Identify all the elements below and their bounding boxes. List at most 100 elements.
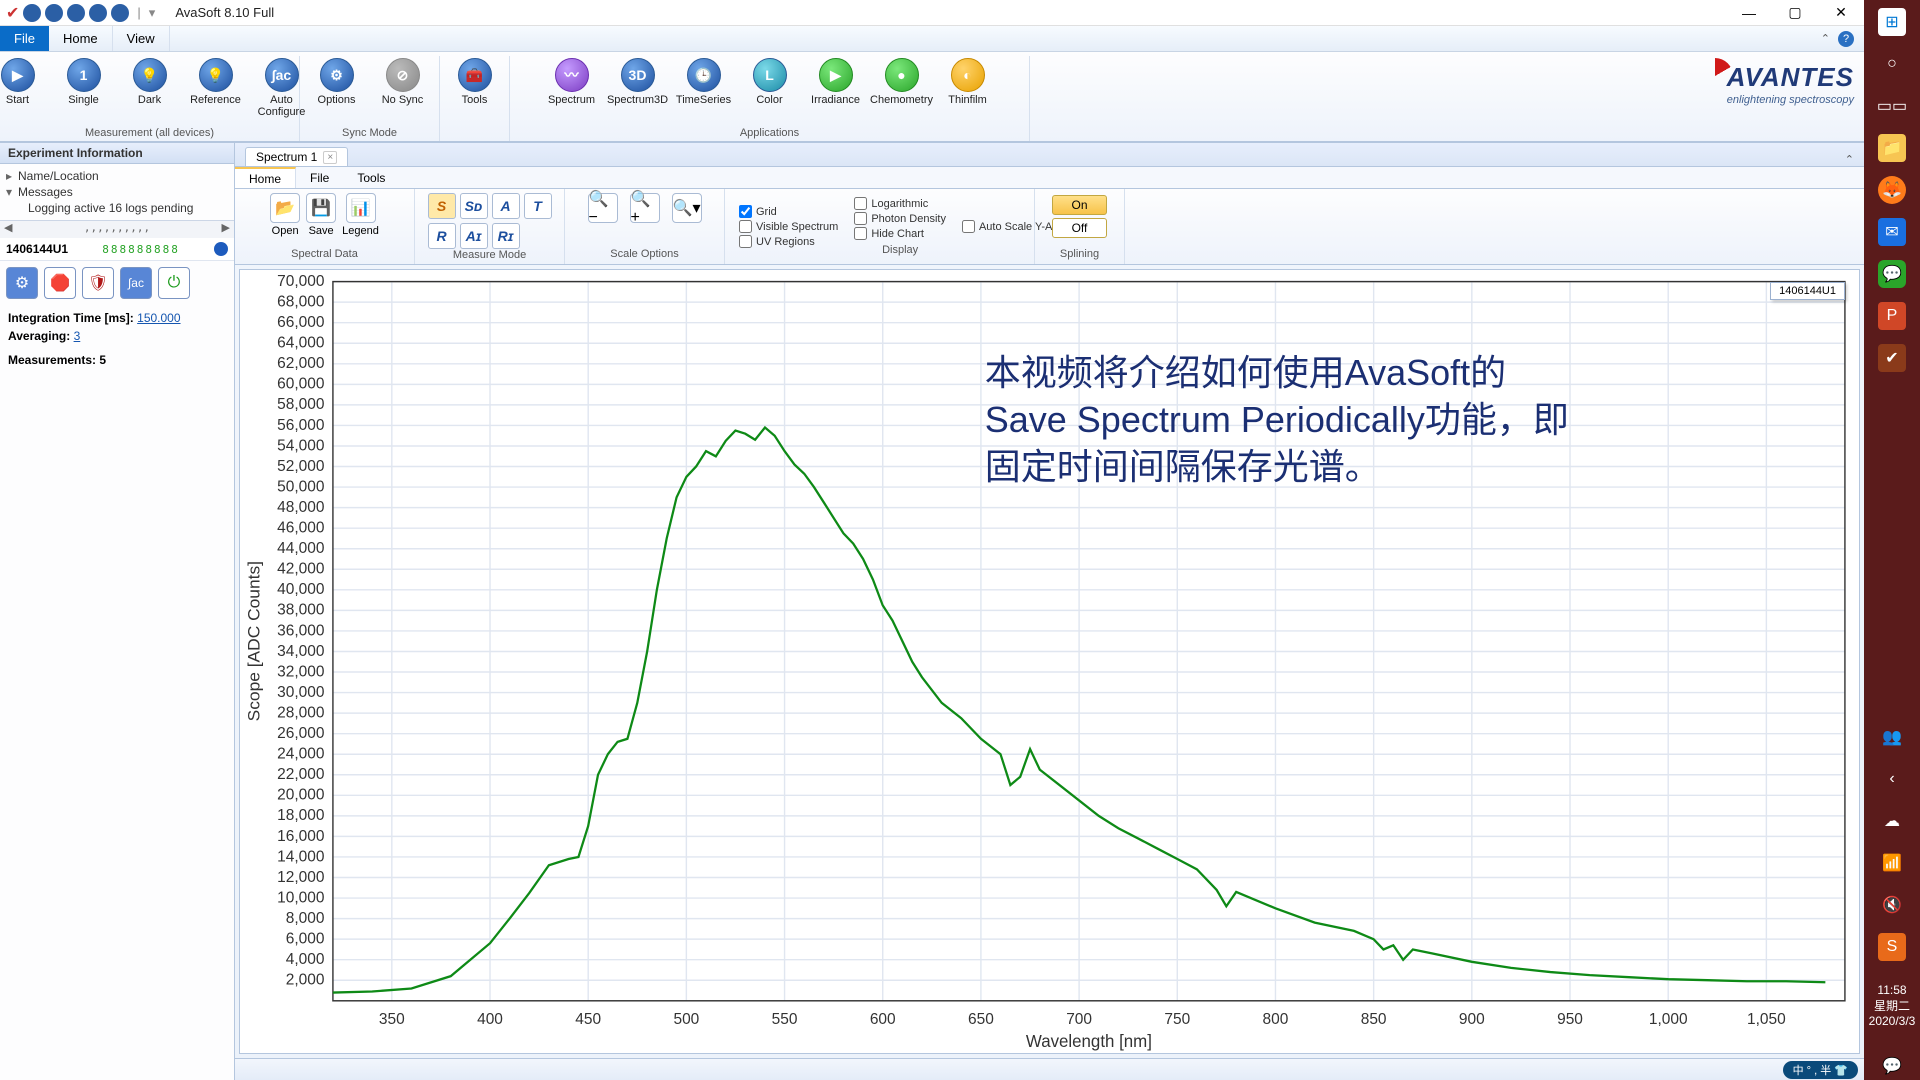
svg-text:4,000: 4,000 [286, 951, 325, 968]
taskbar-chevron-icon[interactable]: ‹ [1878, 765, 1906, 793]
spectrum-chart[interactable]: 2,0004,0006,0008,00010,00012,00014,00016… [239, 269, 1860, 1054]
mode-r[interactable]: R [428, 223, 456, 249]
group-measurement: Measurement (all devices) [85, 127, 214, 139]
svg-text:48,000: 48,000 [277, 499, 325, 516]
reference-button[interactable]: 💡Reference [186, 58, 246, 118]
device-settings-icon[interactable]: ⚙ [6, 267, 38, 299]
mode-sd[interactable]: Sᴅ [460, 193, 488, 219]
panel-scroll[interactable]: ◀,,,,,,,,,,▶ [0, 220, 234, 238]
mode-ai[interactable]: Aɪ [460, 223, 488, 249]
experiment-info-header: Experiment Information [0, 143, 234, 164]
chart-legend: 1406144U1 [1770, 282, 1845, 300]
tree-messages[interactable]: ▾Messages [6, 184, 228, 200]
irradiance-button[interactable]: ▶Irradiance [806, 58, 866, 106]
quick-nav-4[interactable] [89, 4, 107, 22]
taskbar-avasoft-icon[interactable]: ✔ [1878, 344, 1906, 372]
device-stop-icon[interactable]: 🛑 [44, 267, 76, 299]
taskbar-firefox-icon[interactable]: 🦊 [1878, 176, 1906, 204]
quick-nav-3[interactable] [67, 4, 85, 22]
taskbar-start-icon[interactable]: ⊞ [1878, 8, 1906, 36]
legend-button[interactable]: 📊Legend [342, 193, 379, 237]
spectrum3d-button[interactable]: 3DSpectrum3D [608, 58, 668, 106]
spectrum-button[interactable]: 〰Spectrum [542, 58, 602, 106]
check-grid[interactable]: Grid [739, 205, 838, 218]
taskbar-cloud-icon[interactable]: ☁ [1878, 807, 1906, 835]
taskbar-people-icon[interactable]: 👥 [1878, 723, 1906, 751]
options-button[interactable]: ⚙Options [307, 58, 367, 106]
taskbar-ppt-icon[interactable]: P [1878, 302, 1906, 330]
check-photon[interactable]: Photon Density [854, 212, 946, 225]
splining-on[interactable]: On [1052, 195, 1106, 215]
taskbar-wifi-icon[interactable]: 📶 [1878, 849, 1906, 877]
taskbar-explorer-icon[interactable]: 📁 [1878, 134, 1906, 162]
zoom-out-button[interactable]: 🔍− [588, 193, 618, 223]
subtab-file[interactable]: File [296, 167, 343, 188]
taskbar-notifications-icon[interactable]: 💬 [1878, 1052, 1906, 1080]
mode-t[interactable]: T [524, 193, 552, 219]
open-button[interactable]: 📂Open [270, 193, 300, 237]
subtab-tools[interactable]: Tools [343, 167, 399, 188]
tree-logging[interactable]: Logging active 16 logs pending [6, 200, 228, 216]
ime-indicator[interactable]: 中 ° , 半 👕 [1783, 1061, 1858, 1079]
taskbar-wechat-icon[interactable]: 💬 [1878, 260, 1906, 288]
mode-s[interactable]: S [428, 193, 456, 219]
menu-view[interactable]: View [113, 26, 170, 51]
start-button[interactable]: ▶Start [0, 58, 48, 118]
splining-off[interactable]: Off [1052, 218, 1106, 238]
tools-button[interactable]: 🧰Tools [445, 58, 505, 106]
device-status: 888888888 [102, 243, 180, 256]
integration-time-link[interactable]: 150.000 [137, 311, 180, 325]
close-tab-icon[interactable]: × [323, 151, 337, 164]
system-clock[interactable]: 11:58 星期二 2020/3/3 [1869, 975, 1916, 1038]
svg-text:750: 750 [1164, 1011, 1190, 1028]
tree-name-location[interactable]: ▸Name/Location [6, 168, 228, 184]
zoom-in-button[interactable]: 🔍+ [630, 193, 660, 223]
device-jac-icon[interactable]: ∫ac [120, 267, 152, 299]
help-icon[interactable]: ? [1838, 31, 1854, 47]
color-button[interactable]: LColor [740, 58, 800, 106]
svg-text:58,000: 58,000 [277, 396, 325, 413]
quick-nav-2[interactable] [45, 4, 63, 22]
taskbar-circle-icon[interactable]: ○ [1878, 50, 1906, 78]
subtab-home[interactable]: Home [235, 167, 296, 188]
menu-file[interactable]: File [0, 26, 49, 51]
svg-text:18,000: 18,000 [277, 807, 325, 824]
collapse-ribbon-icon[interactable]: ⌃ [1821, 32, 1830, 45]
device-shield-icon[interactable]: 🛡 [82, 267, 114, 299]
save-button[interactable]: 💾Save [306, 193, 336, 237]
device-power-icon[interactable]: ⏻ [158, 267, 190, 299]
svg-text:30,000: 30,000 [277, 684, 325, 701]
check-hide-chart[interactable]: Hide Chart [854, 227, 946, 240]
check-uv[interactable]: UV Regions [739, 235, 838, 248]
averaging-link[interactable]: 3 [74, 329, 81, 343]
tab-spectrum-1[interactable]: Spectrum 1 × [245, 147, 348, 166]
check-log[interactable]: Logarithmic [854, 197, 946, 210]
chemometry-button[interactable]: ●Chemometry [872, 58, 932, 106]
menu-home[interactable]: Home [49, 26, 113, 51]
quick-nav-1[interactable] [23, 4, 41, 22]
device-row[interactable]: 1406144U1 888888888 [0, 238, 234, 261]
mode-a[interactable]: A [492, 193, 520, 219]
quick-nav-5[interactable] [111, 4, 129, 22]
taskbar-sound-icon[interactable]: 🔇 [1878, 891, 1906, 919]
taskbar-sogou-icon[interactable]: S [1878, 933, 1906, 961]
ribbon: ▶Start 1Single 💡Dark 💡Reference ∫acAuto … [0, 52, 1864, 142]
svg-text:950: 950 [1557, 1011, 1583, 1028]
svg-text:700: 700 [1066, 1011, 1092, 1028]
svg-text:16,000: 16,000 [277, 828, 325, 845]
close-button[interactable]: ✕ [1818, 0, 1864, 26]
taskbar-taskview-icon[interactable]: ▭▭ [1878, 92, 1906, 120]
collapse-subribbon-icon[interactable]: ⌃ [1845, 153, 1864, 166]
taskbar-mail-icon[interactable]: ✉ [1878, 218, 1906, 246]
thinfilm-button[interactable]: ◐Thinfilm [938, 58, 998, 106]
dark-button[interactable]: 💡Dark [120, 58, 180, 118]
minimize-button[interactable]: — [1726, 0, 1772, 26]
check-visible-spectrum[interactable]: Visible Spectrum [739, 220, 838, 233]
timeseries-button[interactable]: 🕒TimeSeries [674, 58, 734, 106]
zoom-dropdown[interactable]: 🔍▾ [672, 193, 702, 223]
single-button[interactable]: 1Single [54, 58, 114, 118]
overlay-caption: 本视频将介绍如何使用AvaSoft的 Save Spectrum Periodi… [985, 350, 1569, 490]
mode-ri[interactable]: Rɪ [492, 223, 520, 249]
no-sync-button[interactable]: ⊘No Sync [373, 58, 433, 106]
maximize-button[interactable]: ▢ [1772, 0, 1818, 26]
